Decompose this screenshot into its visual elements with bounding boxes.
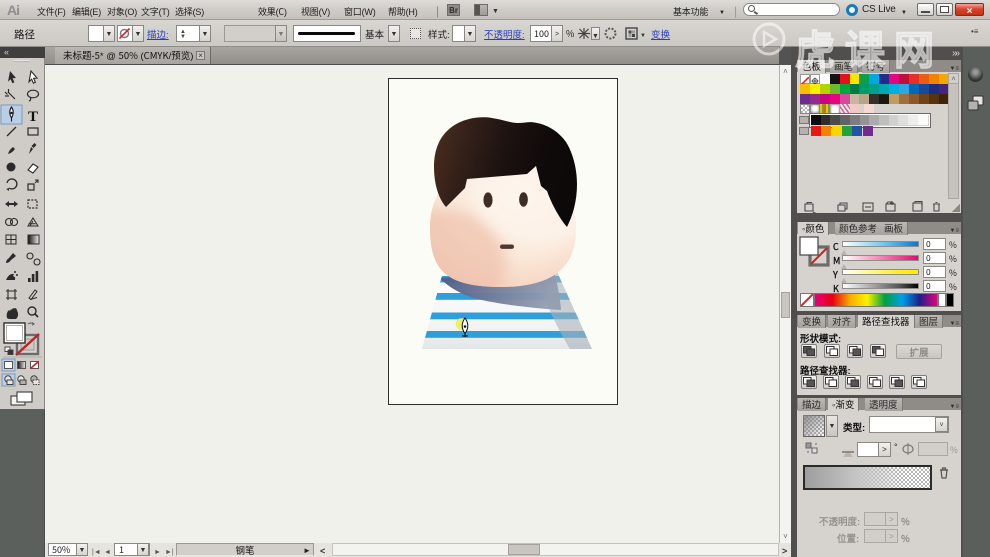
svg-text:T: T (28, 109, 38, 125)
